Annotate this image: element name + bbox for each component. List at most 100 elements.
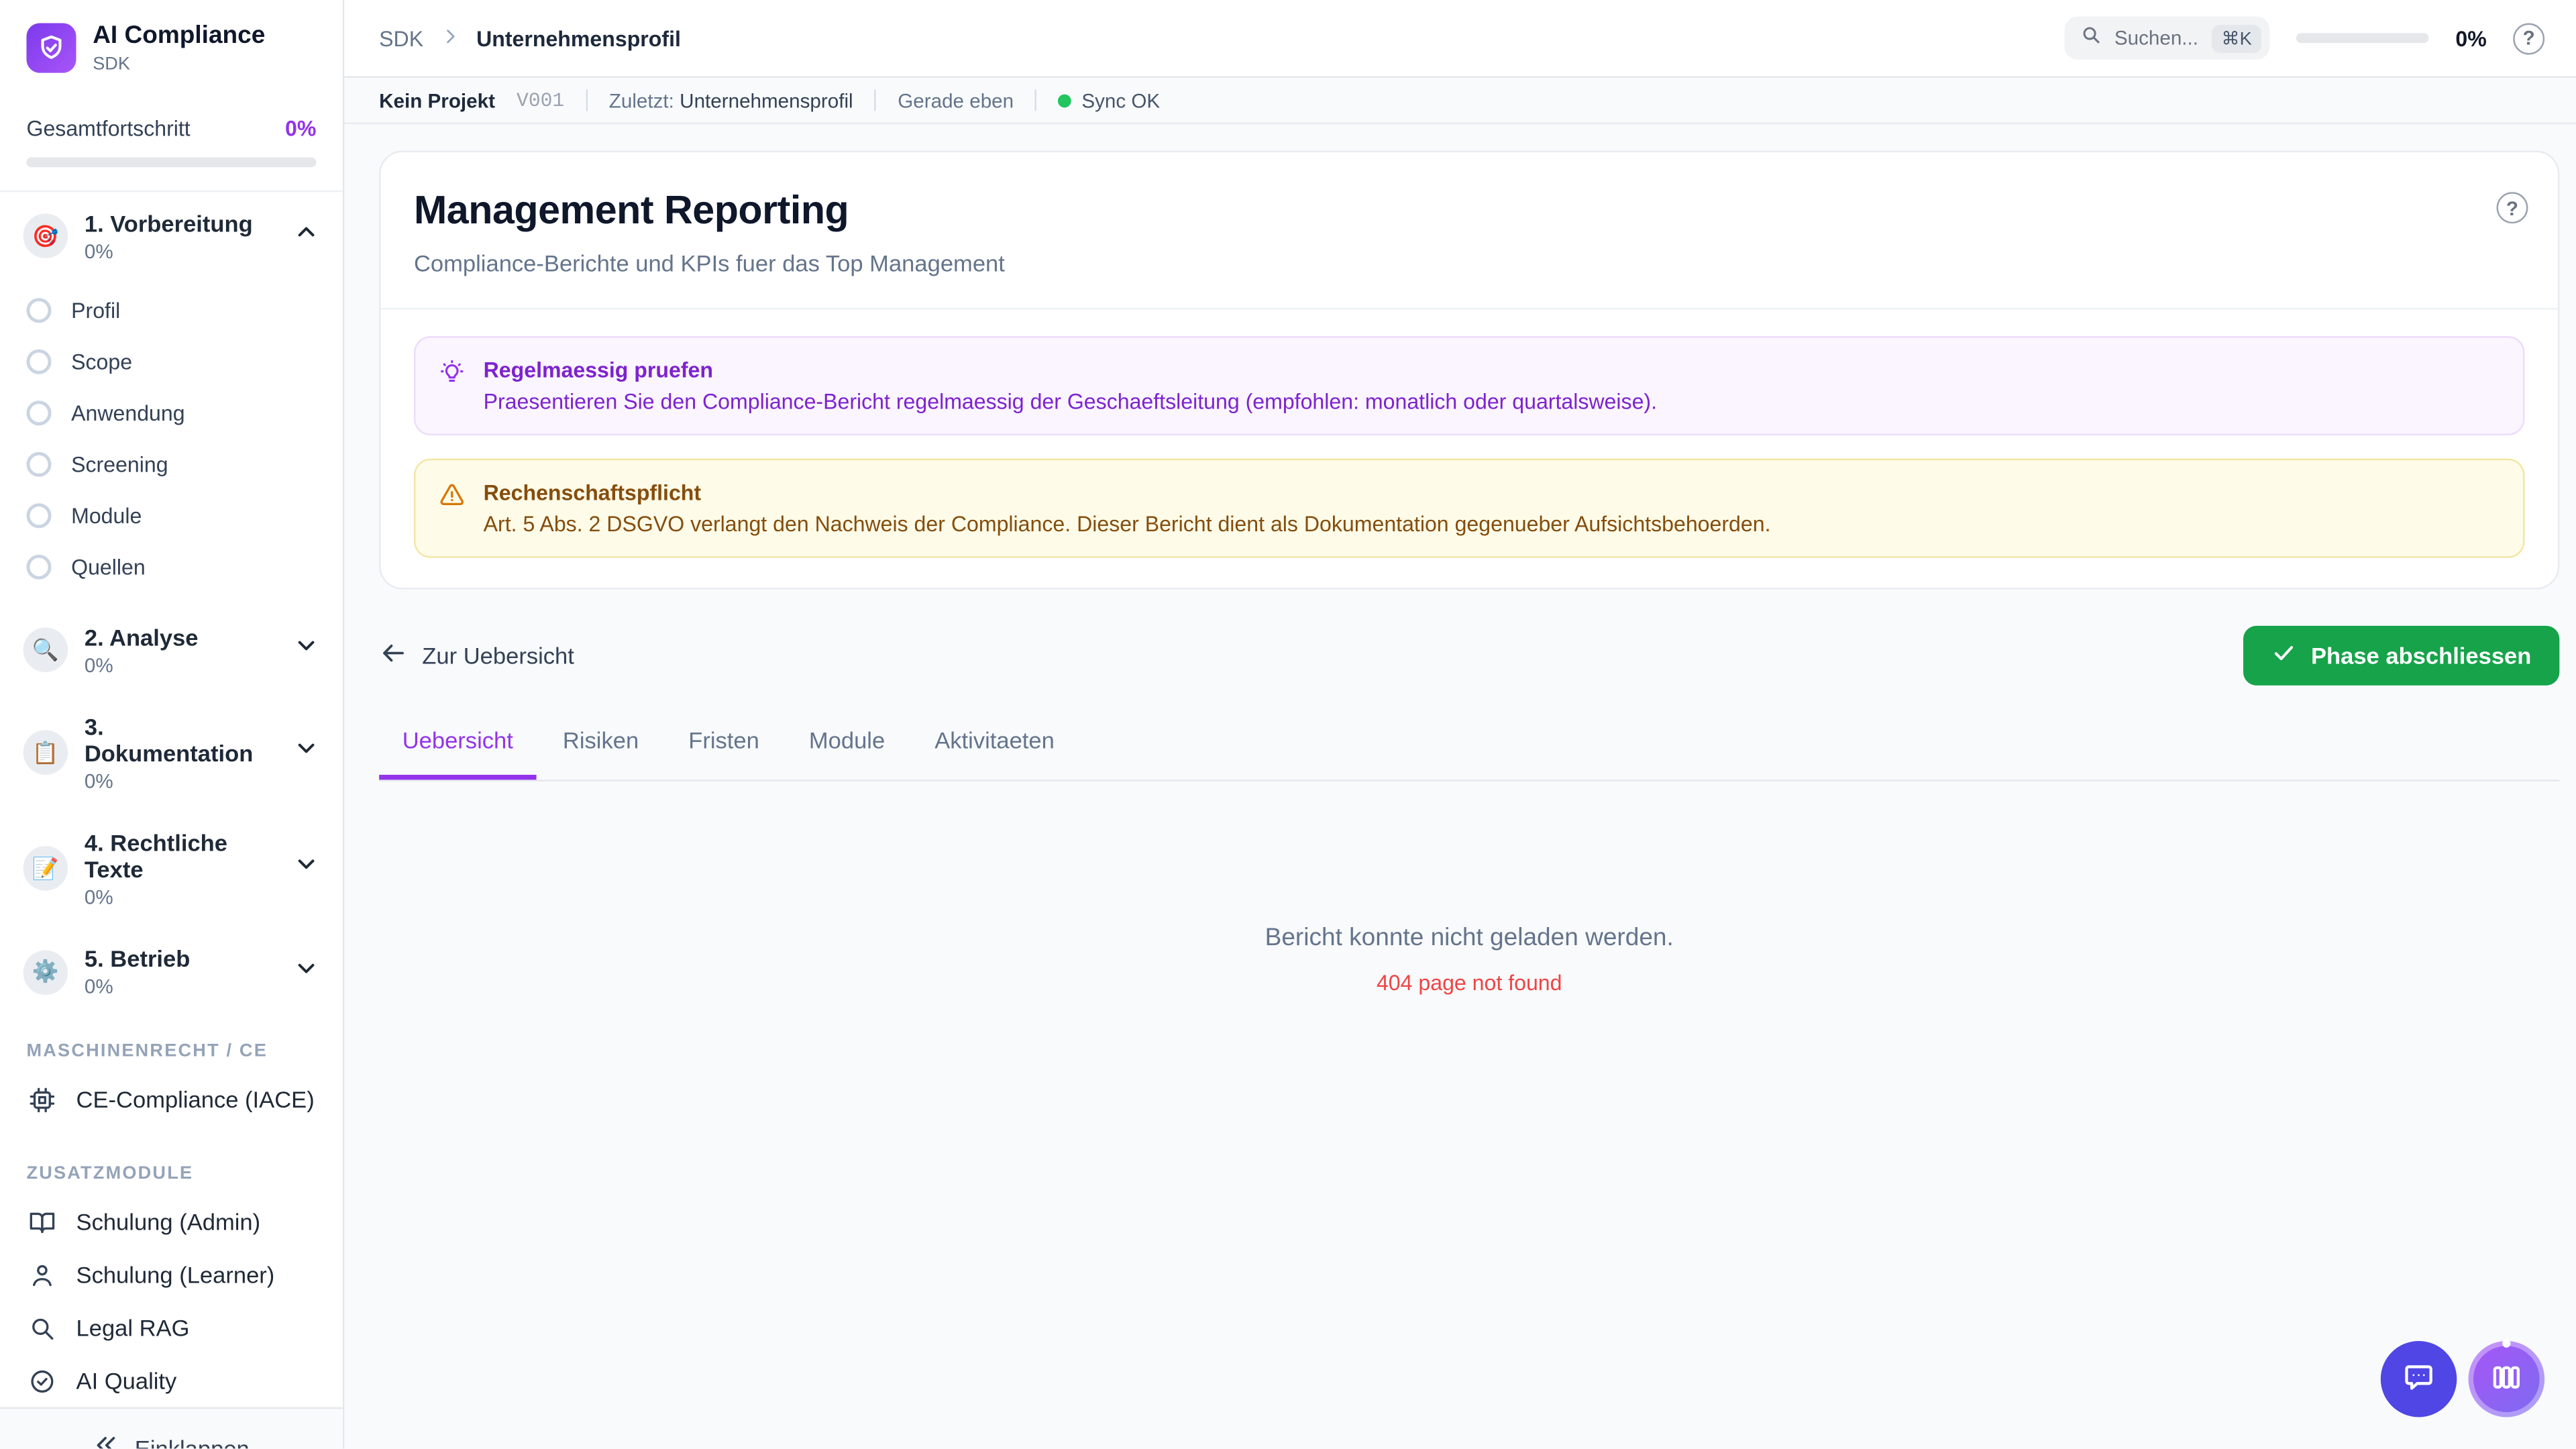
sidebar-step-anwendung[interactable]: Anwendung [0,386,343,438]
sidebar-step-module[interactable]: Module [0,489,343,541]
help-icon[interactable]: ? [2513,22,2545,54]
overall-progress-label: Gesamtfortschritt [26,115,191,140]
step-label: Profil [71,297,121,323]
phase-label: 2. Analyse [84,623,199,650]
radio-icon [26,400,52,425]
section-header-zusatzmodule: ZUSATZMODULE [26,1164,194,1184]
sidebar-phase-dokumentation[interactable]: 📋 3. Dokumentation 0% [0,695,343,811]
sidebar-phase-analyse[interactable]: 🔍 2. Analyse 0% [0,605,343,694]
phase-percent: 0% [84,653,113,677]
chevron-down-icon [293,735,319,770]
chevron-down-icon [293,955,319,989]
page-subtitle: Compliance-Berichte und KPIs fuer das To… [413,250,1005,277]
header-progress-value: 0% [2455,25,2487,51]
step-label: Anwendung [71,400,185,425]
tab-module[interactable]: Module [786,727,908,780]
sidebar-item-ai-quality[interactable]: AI Quality [0,1354,343,1407]
nav-label: Schulung (Admin) [76,1208,261,1236]
phase-label: 1. Vorbereitung [84,209,253,236]
sidebar-step-scope[interactable]: Scope [0,335,343,387]
nav-label: CE-Compliance (IACE) [76,1086,315,1113]
notification-dot [2502,1340,2511,1348]
sidebar-phase-rechtliche-texte[interactable]: 📝 4. Rechtliche Texte 0% [0,811,343,927]
tip-body: Praesentieren Sie den Compliance-Bericht… [483,388,1658,414]
version-badge: V001 [517,89,565,112]
chevron-down-icon [293,852,319,887]
sidebar-phase-vorbereitung[interactable]: 🎯 1. Vorbereitung 0% [0,191,343,280]
app-title: AI Compliance [93,21,266,50]
sidebar-step-quellen[interactable]: Quellen [0,541,343,592]
sidebar-item-schulung-learner[interactable]: Schulung (Learner) [0,1248,343,1301]
collapse-sidebar-button[interactable]: Einklappen [93,1432,250,1449]
tab-fristen[interactable]: Fristen [665,727,783,780]
back-to-overview-button[interactable]: Zur Uebersicht [379,639,574,672]
sidebar-item-legal-rag[interactable]: Legal RAG [0,1301,343,1354]
radio-icon [26,553,52,579]
report-card-header: Management Reporting Compliance-Berichte… [380,152,2558,310]
cpu-icon [26,1085,56,1114]
overall-progress-bar [26,156,317,167]
sync-status: Sync OK [1058,89,1161,112]
keyboard-shortcut-badge: ⌘K [2211,23,2262,52]
phase-percent: 0% [84,769,113,793]
panel-toggle-button[interactable] [2468,1340,2545,1418]
breadcrumb-root[interactable]: SDK [379,25,423,50]
step-label: Scope [71,348,133,374]
phase-percent: 0% [84,239,113,263]
search-icon [2081,23,2101,53]
sidebar-step-profil[interactable]: Profil [0,284,343,335]
last-edited-value: Unternehmensprofil [680,89,853,112]
memo-icon: 📝 [23,847,68,892]
tab-risiken[interactable]: Risiken [539,727,661,780]
app-subtitle: SDK [93,54,131,74]
topbar: SDK Unternehmensprofil Suchen... ⌘K 0% ? [344,0,2576,78]
nav-label: Schulung (Learner) [76,1261,275,1289]
sidebar-footer: Einklappen Exportieren [0,1407,343,1449]
breadcrumb-current: Unternehmensprofil [476,25,681,51]
book-open-icon [26,1207,56,1236]
sidebar-item-ce-compliance[interactable]: CE-Compliance (IACE) [0,1073,343,1126]
user-icon [26,1260,56,1289]
tab-uebersicht[interactable]: Uebersicht [379,727,537,780]
main-area: SDK Unternehmensprofil Suchen... ⌘K 0% ? [344,0,2576,1449]
phase-percent: 0% [84,975,113,999]
app-window: AI Compliance SDK Gesamtfortschritt 0% 🎯… [0,0,2576,1449]
lightbulb-icon [439,360,465,394]
tab-aktivitaeten[interactable]: Aktivitaeten [912,727,1078,780]
sidebar-phase-betrieb[interactable]: ⚙️ 5. Betrieb 0% [0,927,343,1016]
phase-label: 3. Dokumentation [84,712,254,767]
complete-phase-button[interactable]: Phase abschliessen [2243,625,2560,686]
tip-callout: Regelmaessig pruefen Praesentieren Sie d… [413,335,2525,436]
chat-bubble-icon [2400,1359,2436,1401]
page-title: Management Reporting [413,189,849,233]
sidebar-item-schulung-admin[interactable]: Schulung (Admin) [0,1195,343,1248]
radio-icon [26,297,52,323]
search-input[interactable]: Suchen... ⌘K [2064,16,2270,60]
warning-callout: Rechenschaftspflicht Art. 5 Abs. 2 DSGVO… [413,458,2525,558]
nav-label: AI Quality [76,1367,177,1395]
arrow-left-icon [379,639,407,672]
section-header-maschinenrecht: MASCHINENRECHT / CE [26,1041,268,1062]
magnifier-icon: 🔍 [23,627,68,673]
chat-button[interactable] [2380,1341,2457,1418]
step-label: Screening [71,451,168,476]
actions-row: Zur Uebersicht Phase abschliessen [379,625,2560,686]
collapse-label: Einklappen [134,1434,250,1449]
divider [874,89,877,111]
phase-label: 5. Betrieb [84,945,191,972]
breadcrumb: SDK Unternehmensprofil [379,25,681,50]
sidebar-step-screening[interactable]: Screening [0,438,343,490]
phase-percent: 0% [84,885,113,910]
overall-progress: Gesamtfortschritt 0% [0,95,343,192]
nav-label: Legal RAG [76,1314,190,1342]
last-edited-label: Zuletzt: [608,89,674,112]
timestamp: Gerade eben [898,89,1014,112]
error-message: Bericht konnte nicht geladen werden. [1265,924,1674,953]
radio-icon [26,451,52,476]
chevron-right-icon [440,26,460,50]
error-detail: 404 page not found [1376,970,1562,996]
card-help-icon[interactable]: ? [2496,192,2528,224]
callouts: Regelmaessig pruefen Praesentieren Sie d… [381,309,2558,588]
sync-label: Sync OK [1081,89,1161,112]
phase-steps: Profil Scope Anwendung Screening Module … [0,281,343,606]
